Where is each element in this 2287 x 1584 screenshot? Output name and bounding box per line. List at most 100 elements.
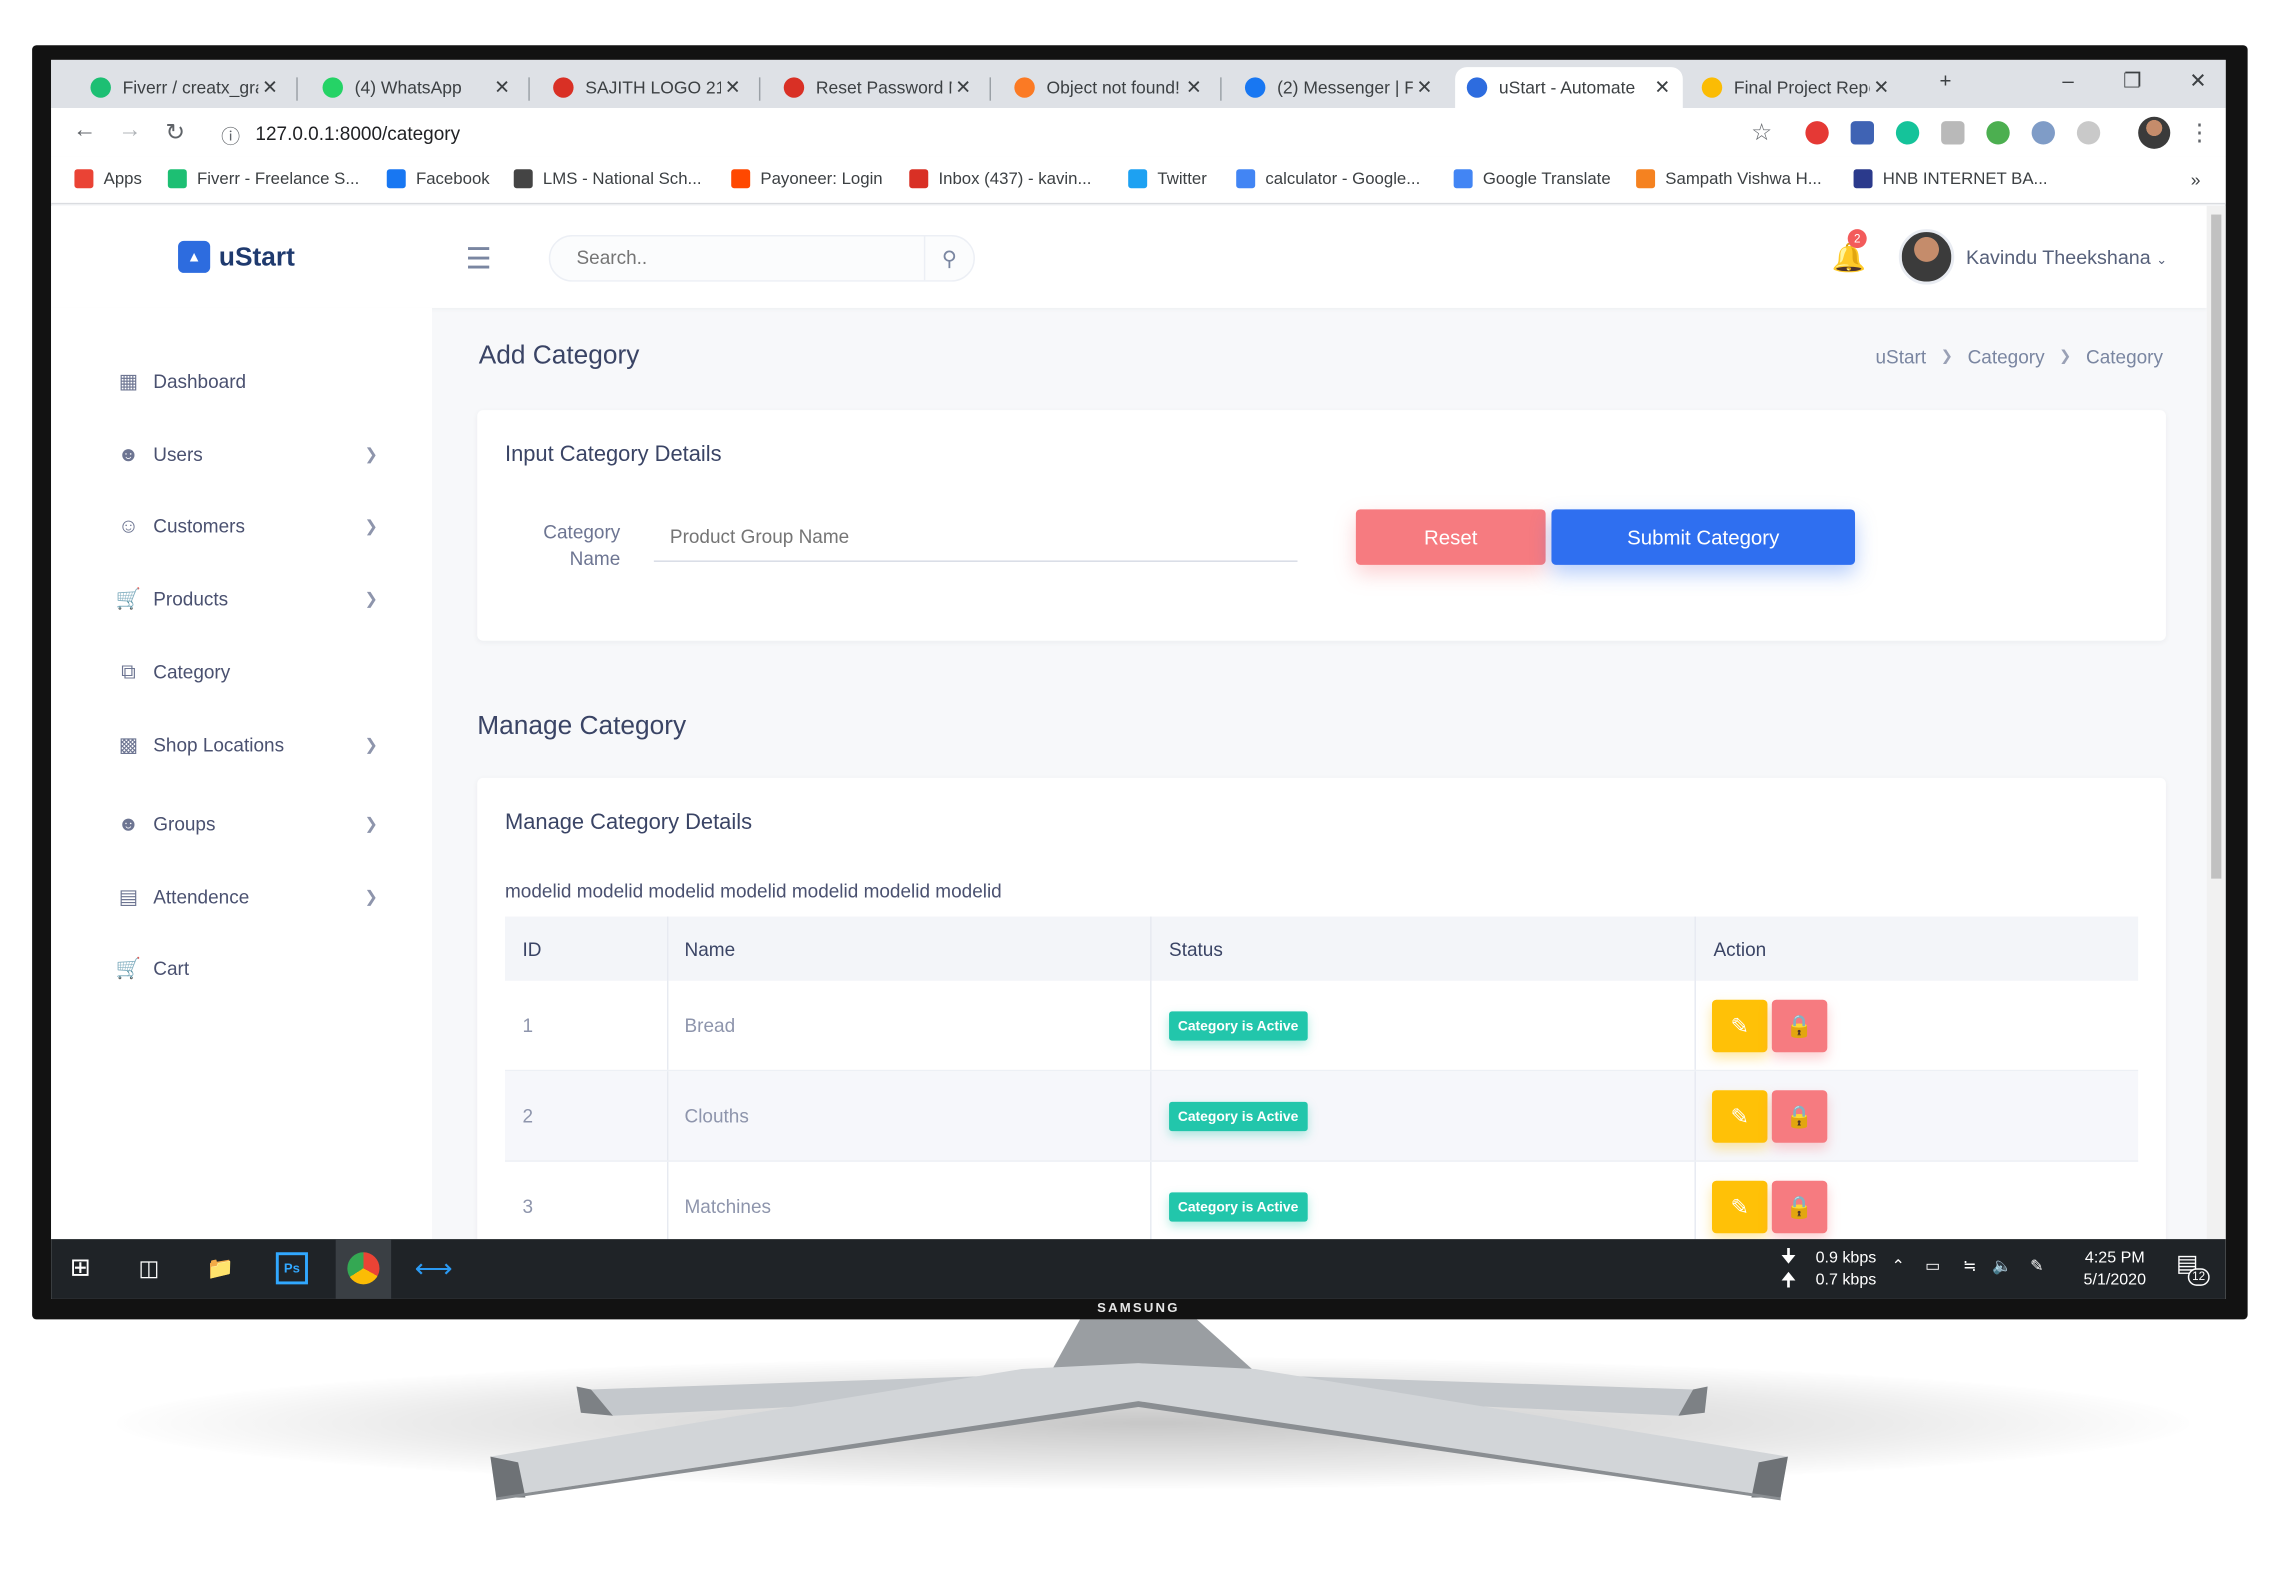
app-logo[interactable]: ▲ uStart [178, 240, 295, 273]
bookmark-favicon [386, 169, 406, 189]
browser-tab[interactable]: uStart - Automate ✕ [1455, 67, 1683, 109]
breadcrumb-home[interactable]: uStart [1876, 346, 1927, 368]
close-tab-icon[interactable]: ✕ [721, 76, 744, 99]
scroll-thumb[interactable] [2211, 214, 2222, 879]
adblock-icon[interactable] [1805, 121, 1829, 145]
chrome-icon[interactable] [347, 1252, 380, 1285]
close-window-icon[interactable]: ✕ [2183, 69, 2212, 94]
chevron-up-icon[interactable]: ⌃ [1892, 1257, 1905, 1279]
task-view-icon[interactable]: ◫ [133, 1252, 165, 1284]
browser-tab[interactable]: Object not found! ✕ [1003, 67, 1215, 108]
page-scrollbar[interactable] [2206, 205, 2226, 1240]
close-tab-icon[interactable]: ✕ [490, 76, 513, 99]
more-bookmarks-icon[interactable]: » [2191, 169, 2201, 189]
vscode-icon[interactable]: ⟷ [415, 1252, 453, 1284]
hamburger-menu-icon[interactable]: ☰ [466, 241, 492, 277]
lock-button[interactable]: 🔒 [1771, 999, 1828, 1053]
sidebar-item-attendence[interactable]: ▤ Attendence ❯ [115, 882, 378, 911]
photoshop-icon[interactable]: Ps [275, 1252, 308, 1285]
new-tab-icon[interactable]: + [1931, 69, 1960, 92]
sidebar-item-dashboard[interactable]: ▦ Dashboard [115, 366, 378, 395]
lock-button[interactable]: 🔒 [1771, 1090, 1828, 1143]
edit-button[interactable]: ✎ [1711, 999, 1768, 1053]
browser-tab[interactable]: Reset Password Nc✕ [772, 67, 984, 108]
sidebar-item-customers[interactable]: ☺ Customers ❯ [115, 511, 378, 540]
profile-avatar[interactable] [2138, 116, 2171, 149]
clock[interactable]: 4:25 PM 5/1/2020 [2077, 1248, 2153, 1292]
volume-icon[interactable]: 🔈 [1992, 1257, 2012, 1279]
back-icon[interactable]: ← [70, 118, 99, 144]
wifi-icon[interactable]: ≒ [1963, 1257, 1976, 1279]
extension-icon[interactable] [2031, 121, 2055, 145]
bookmark-item[interactable]: Inbox (437) - kavin... [909, 169, 1091, 189]
grammarly-icon[interactable] [1895, 121, 1920, 145]
download-arrow-icon: 🠋 [1780, 1244, 1797, 1267]
user-menu[interactable]: Kavindu Theekshana ⌄ [1966, 247, 2167, 269]
bookmark-item[interactable]: Twitter [1128, 169, 1207, 189]
sidebar-item-category[interactable]: ⧉ Category [115, 657, 378, 686]
manage-category-card: Manage Category Details modelid modelid … [477, 777, 2166, 1240]
bookmark-item[interactable]: calculator - Google... [1236, 169, 1420, 189]
column-divider [1694, 1071, 1696, 1161]
cart-icon: 🛒 [115, 585, 142, 610]
lock-icon: 🔒 [1785, 1195, 1814, 1221]
browser-tab[interactable]: Final Project Repo ✕ [1690, 67, 1902, 108]
star-icon[interactable]: ☆ [1747, 118, 1776, 147]
browser-tab-strip: Fiverr / creatx_grap✕ (4) WhatsApp✕ SAJITH… [51, 59, 2226, 109]
windows-start-icon[interactable]: ⊞ [64, 1252, 96, 1284]
browser-tab[interactable]: (2) Messenger | Fa ✕ [1233, 67, 1445, 108]
bookmark-item[interactable]: Sampath Vishwa H... [1636, 169, 1822, 189]
close-tab-icon[interactable]: ✕ [258, 76, 281, 99]
extension-icon[interactable] [1850, 121, 1874, 145]
close-tab-icon[interactable]: ✕ [1413, 76, 1436, 99]
breadcrumb-category[interactable]: Category [1968, 346, 2045, 368]
bookmark-item[interactable]: Google Translate [1453, 169, 1611, 189]
extension-icon[interactable] [2076, 121, 2101, 145]
bookmark-item[interactable]: HNB INTERNET BA... [1853, 169, 2048, 189]
pen-icon[interactable]: ✎ [2030, 1257, 2043, 1279]
close-tab-icon[interactable]: ✕ [952, 76, 975, 99]
battery-icon[interactable]: ▭ [1925, 1257, 1940, 1279]
close-tab-icon[interactable]: ✕ [1182, 76, 1205, 99]
file-explorer-icon[interactable]: 📁 [204, 1252, 236, 1284]
submit-category-button[interactable]: Submit Category [1551, 509, 1856, 565]
reset-button[interactable]: Reset [1355, 509, 1546, 565]
info-icon[interactable]: ⓘ [216, 121, 245, 149]
minimize-icon[interactable]: – [2054, 69, 2083, 92]
bookmark-favicon [1853, 169, 1873, 189]
user-avatar[interactable] [1898, 229, 1955, 285]
facebook-icon [1244, 77, 1266, 98]
browser-tab[interactable]: (4) WhatsApp ✕ [311, 67, 523, 108]
bookmark-item[interactable]: Payoneer: Login [731, 169, 883, 189]
sidebar-item-cart[interactable]: 🛒 Cart [115, 953, 378, 982]
bookmark-item[interactable]: LMS - National Sch... [513, 169, 702, 189]
bookmark-item[interactable]: Fiverr - Freelance S... [167, 169, 359, 189]
browser-tab[interactable]: Fiverr / creatx_grap✕ [79, 67, 291, 108]
bookmark-favicon [74, 169, 94, 189]
maximize-icon[interactable]: ❐ [2118, 69, 2147, 94]
search-input[interactable] [576, 246, 913, 269]
sidebar-item-shop-locations[interactable]: ▩ Shop Locations ❯ [115, 730, 378, 759]
close-tab-icon[interactable]: ✕ [1870, 76, 1893, 99]
bookmark-item[interactable]: Facebook [386, 169, 490, 189]
address-bar[interactable]: 127.0.0.1:8000/category [255, 123, 460, 145]
close-tab-icon[interactable]: ✕ [1651, 76, 1674, 99]
sidebar-item-groups[interactable]: ☻ Groups ❯ [115, 809, 378, 838]
browser-tab[interactable]: SAJITH LOGO 210 ✕ [541, 67, 753, 108]
extension-icon[interactable] [1941, 121, 1965, 145]
bookmark-label: Payoneer: Login [760, 170, 883, 188]
sidebar-item-products[interactable]: 🛒 Products ❯ [115, 584, 378, 613]
reload-icon[interactable]: ↻ [161, 118, 190, 147]
search-icon[interactable]: ⚲ [923, 236, 974, 281]
sidebar-item-users[interactable]: ☻ Users ❯ [115, 439, 378, 468]
extension-icon[interactable] [1986, 121, 2010, 145]
menu-dots-icon[interactable]: ⋮ [2185, 118, 2214, 147]
forward-icon[interactable]: → [115, 118, 144, 144]
edit-button[interactable]: ✎ [1711, 1090, 1768, 1143]
lock-button[interactable]: 🔒 [1771, 1180, 1828, 1234]
category-name-input[interactable] [653, 512, 1298, 562]
edit-button[interactable]: ✎ [1711, 1180, 1768, 1234]
chevron-right-icon: ❯ [364, 815, 379, 833]
bookmark-item[interactable]: Apps [74, 169, 142, 189]
cell-name: Clouths [684, 1104, 749, 1127]
